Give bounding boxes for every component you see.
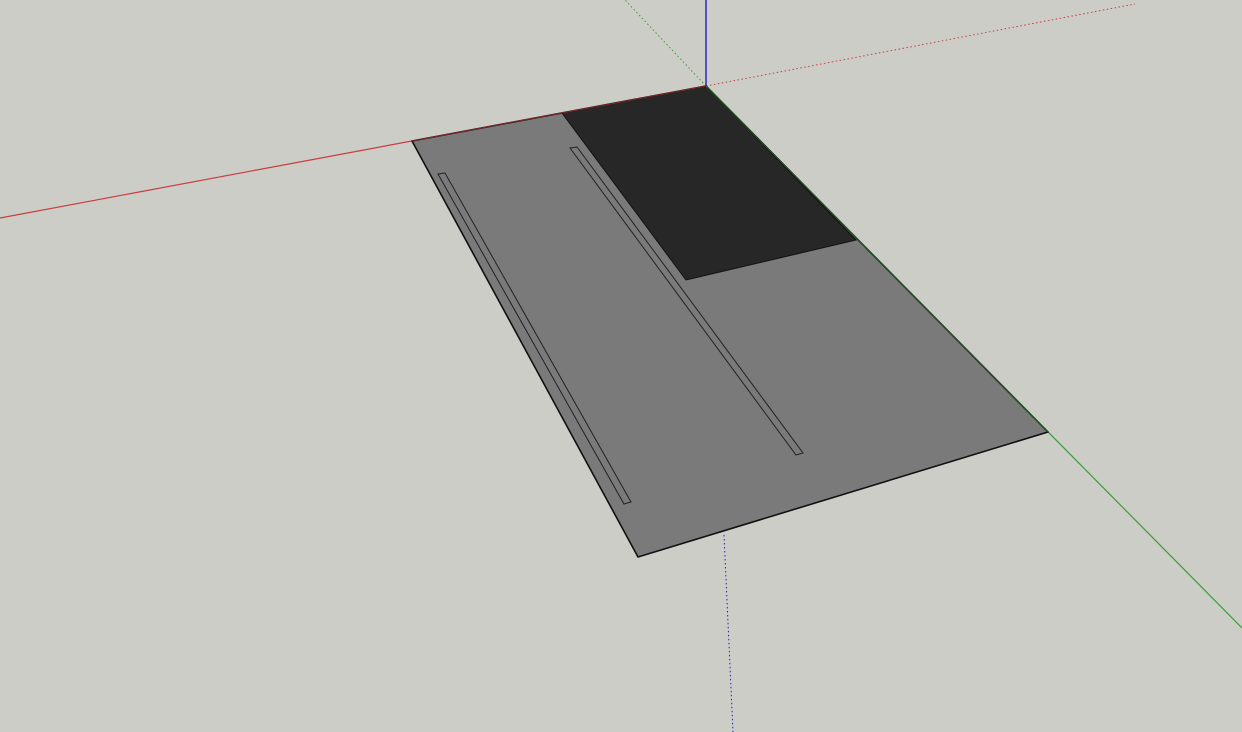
3d-viewport-canvas[interactable] [0,0,1242,732]
blue-axis-dotted [723,534,734,732]
model-geometry[interactable] [411,85,1049,558]
green-axis-dotted [624,0,707,87]
red-axis-dotted [705,3,1136,87]
